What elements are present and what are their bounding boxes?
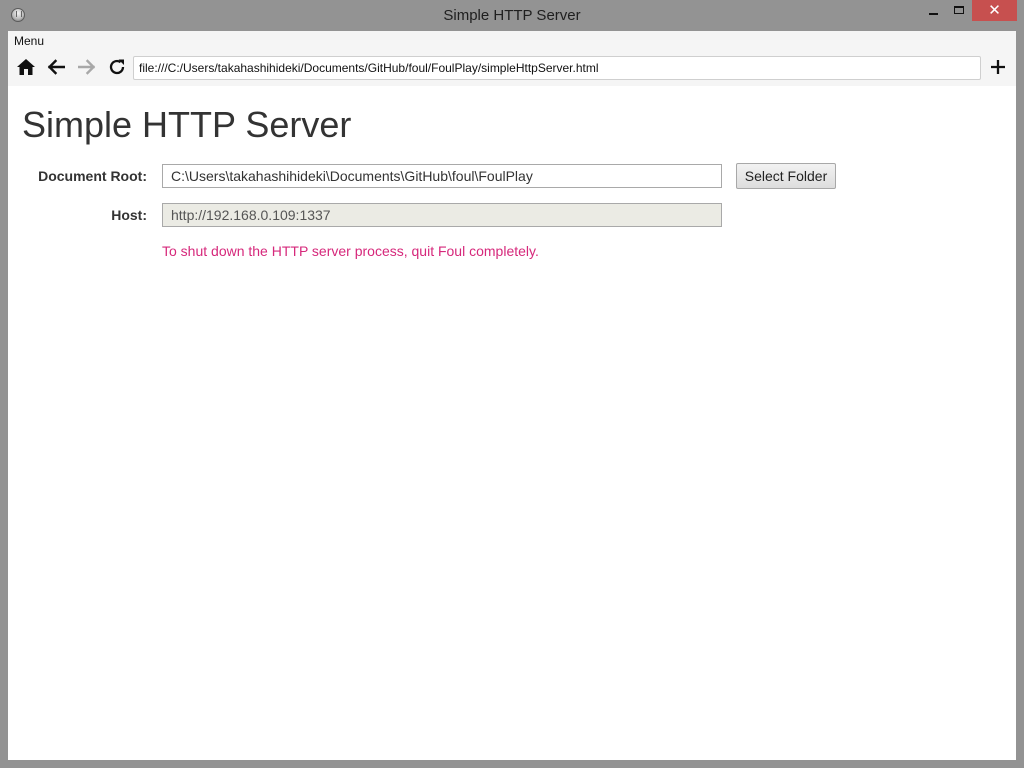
address-bar[interactable] bbox=[133, 56, 981, 80]
host-input[interactable] bbox=[162, 203, 722, 227]
close-icon: ✕ bbox=[988, 2, 1001, 19]
forward-button[interactable] bbox=[74, 54, 100, 80]
host-label: Host: bbox=[111, 207, 147, 223]
app-window: Simple HTTP Server ✕ Menu file:///C:/Use… bbox=[0, 0, 1024, 768]
shutdown-notice: To shut down the HTTP server process, qu… bbox=[162, 243, 539, 259]
browser-client-area: Menu file:///C:/Users/takahashihideki/Do… bbox=[8, 31, 1016, 760]
menu-bar: Menu bbox=[8, 31, 1016, 51]
minimize-button[interactable] bbox=[920, 0, 946, 21]
maximize-button[interactable] bbox=[946, 0, 972, 21]
new-tab-button[interactable] bbox=[985, 54, 1011, 80]
reload-button[interactable] bbox=[104, 54, 130, 80]
maximize-icon bbox=[954, 6, 964, 14]
document-root-label: Document Root: bbox=[38, 168, 147, 184]
back-button[interactable] bbox=[43, 54, 69, 80]
home-icon bbox=[17, 59, 35, 75]
document-root-input[interactable] bbox=[162, 164, 722, 188]
reload-icon bbox=[109, 59, 125, 75]
window-title: Simple HTTP Server bbox=[443, 7, 581, 24]
window-bottom-border bbox=[0, 760, 1024, 768]
page-title: Simple HTTP Server bbox=[22, 104, 352, 145]
back-arrow-icon bbox=[47, 59, 65, 75]
title-bar[interactable]: Simple HTTP Server ✕ bbox=[0, 0, 1024, 31]
menu-button[interactable]: Menu bbox=[14, 34, 44, 48]
minimize-icon bbox=[928, 13, 938, 15]
navigation-toolbar bbox=[8, 51, 1016, 86]
page-content: Simple HTTP Server Document Root: Select… bbox=[8, 86, 1016, 760]
select-folder-button[interactable]: Select Folder bbox=[736, 163, 836, 189]
close-button[interactable]: ✕ bbox=[972, 0, 1017, 21]
forward-arrow-icon bbox=[78, 59, 96, 75]
plus-icon bbox=[991, 60, 1005, 74]
home-button[interactable] bbox=[13, 54, 39, 80]
